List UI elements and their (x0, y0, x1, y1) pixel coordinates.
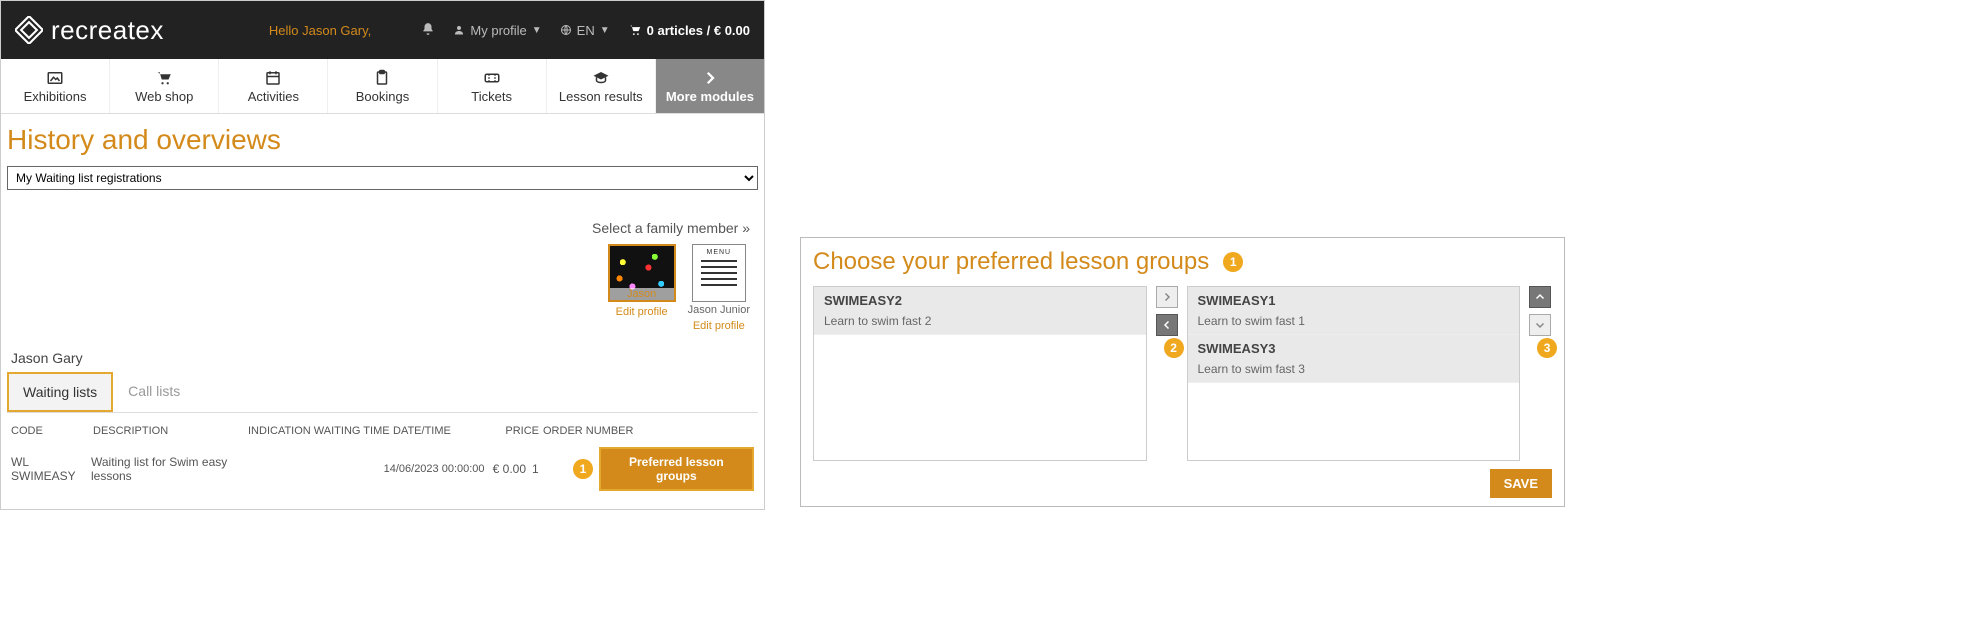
family-select-label: Select a family member » (7, 220, 750, 236)
order-buttons: 3 (1528, 286, 1552, 461)
family-member-jason[interactable]: Jason (608, 244, 676, 302)
chevron-right-icon (700, 69, 720, 87)
chevron-up-icon (1534, 291, 1546, 303)
app-window: recreatex Hello Jason Gary, My profile ▼… (0, 0, 765, 510)
bell-icon[interactable] (421, 22, 435, 39)
nav-label: Activities (248, 89, 299, 104)
picture-icon (45, 69, 65, 87)
clipboard-icon (372, 69, 392, 87)
edit-profile-link[interactable]: Edit profile (616, 306, 668, 318)
annotation-badge-1: 1 (1223, 252, 1243, 272)
list-item[interactable]: SWIMEASY1 Learn to swim fast 1 (1188, 287, 1520, 335)
cart-label: 0 articles / € 0.00 (647, 23, 750, 38)
col-code: CODE (11, 425, 93, 437)
calendar-icon (263, 69, 283, 87)
chevron-down-icon: ▼ (532, 25, 542, 36)
page-title: History and overviews (7, 124, 758, 156)
list-item-title: SWIMEASY1 (1198, 293, 1510, 308)
annotation-badge-2: 2 (1164, 338, 1184, 358)
list-item-sub: Learn to swim fast 2 (824, 314, 1136, 328)
move-down-button[interactable] (1529, 314, 1551, 336)
main-nav: Exhibitions Web shop Activities Bookings… (1, 59, 764, 114)
list-item[interactable]: SWIMEASY2 Learn to swim fast 2 (814, 287, 1146, 335)
user-icon (453, 24, 465, 36)
cart-link[interactable]: 0 articles / € 0.00 (628, 23, 750, 38)
avatar-name: Jason (610, 288, 674, 300)
cart-icon (154, 69, 174, 87)
list-item-sub: Learn to swim fast 1 (1198, 314, 1510, 328)
nav-tickets[interactable]: Tickets (438, 59, 547, 113)
annotation-badge-3: 3 (1537, 338, 1557, 358)
col-order-number: ORDER NUMBER (543, 425, 637, 437)
chevron-right-icon (1161, 291, 1173, 303)
nav-webshop[interactable]: Web shop (110, 59, 219, 113)
nav-label: Exhibitions (24, 89, 87, 104)
move-left-button[interactable] (1156, 314, 1178, 336)
col-indication: INDICATION WAITING TIME (248, 425, 393, 437)
selected-groups-list[interactable]: SWIMEASY1 Learn to swim fast 1 SWIMEASY3… (1187, 286, 1521, 461)
tab-waiting-lists[interactable]: Waiting lists (7, 372, 113, 412)
my-profile-label: My profile (470, 23, 526, 38)
nav-label: More modules (666, 89, 754, 104)
col-datetime: DATE/TIME (393, 425, 501, 437)
logo[interactable]: recreatex (15, 15, 164, 46)
preferred-lesson-groups-button[interactable]: Preferred lesson groups (599, 447, 754, 491)
logo-icon (15, 16, 43, 44)
dialog-title: Choose your preferred lesson groups (813, 248, 1209, 276)
chevron-down-icon: ▼ (600, 25, 610, 36)
current-user-name: Jason Gary (11, 350, 758, 366)
cell-order: 1 (532, 462, 565, 476)
list-item-sub: Learn to swim fast 3 (1198, 362, 1510, 376)
nav-lesson-results[interactable]: Lesson results (547, 59, 656, 113)
nav-label: Lesson results (559, 89, 643, 104)
move-right-button[interactable] (1156, 286, 1178, 308)
move-buttons: 2 (1155, 286, 1179, 461)
col-description: DESCRIPTION (93, 425, 248, 437)
table-row: WL SWIMEASY Waiting list for Swim easy l… (7, 443, 758, 491)
tab-call-lists[interactable]: Call lists (113, 372, 195, 412)
logo-text: recreatex (51, 15, 164, 46)
greeting: Hello Jason Gary, (269, 23, 371, 38)
list-item-title: SWIMEASY3 (1198, 341, 1510, 356)
list-item[interactable]: SWIMEASY3 Learn to swim fast 3 (1188, 335, 1520, 383)
topbar: recreatex Hello Jason Gary, My profile ▼… (1, 1, 764, 59)
language-menu[interactable]: EN ▼ (560, 23, 610, 38)
overview-select[interactable]: My Waiting list registrations (7, 166, 758, 190)
language-label: EN (577, 23, 595, 38)
list-item-title: SWIMEASY2 (824, 293, 1136, 308)
chevron-down-icon (1534, 319, 1546, 331)
cart-icon (628, 23, 642, 37)
table-header: CODE DESCRIPTION INDICATION WAITING TIME… (7, 419, 758, 443)
nav-more-modules[interactable]: More modules (656, 59, 764, 113)
save-button[interactable]: SAVE (1490, 469, 1552, 498)
nav-bookings[interactable]: Bookings (328, 59, 437, 113)
nav-label: Tickets (471, 89, 512, 104)
preferred-lesson-groups-dialog: Choose your preferred lesson groups 1 SW… (800, 237, 1565, 507)
my-profile-menu[interactable]: My profile ▼ (453, 23, 541, 38)
move-up-button[interactable] (1529, 286, 1551, 308)
cell-code: WL SWIMEASY (11, 455, 91, 483)
family-member-jason-junior[interactable]: MENU (692, 244, 746, 302)
graduation-icon (591, 69, 611, 87)
nav-activities[interactable]: Activities (219, 59, 328, 113)
ticket-icon (482, 69, 502, 87)
nav-label: Web shop (135, 89, 193, 104)
nav-exhibitions[interactable]: Exhibitions (1, 59, 110, 113)
col-price: PRICE (501, 425, 539, 437)
cell-datetime: 14/06/2023 00:00:00 (384, 463, 489, 475)
edit-profile-link[interactable]: Edit profile (693, 320, 745, 332)
nav-label: Bookings (356, 89, 409, 104)
chevron-left-icon (1161, 319, 1173, 331)
avatar-name: Jason Junior (688, 304, 750, 316)
annotation-badge-1: 1 (573, 459, 593, 479)
available-groups-list[interactable]: SWIMEASY2 Learn to swim fast 2 (813, 286, 1147, 461)
globe-icon (560, 24, 572, 36)
cell-price: € 0.00 (489, 462, 526, 476)
cell-description: Waiting list for Swim easy lessons (91, 455, 242, 483)
